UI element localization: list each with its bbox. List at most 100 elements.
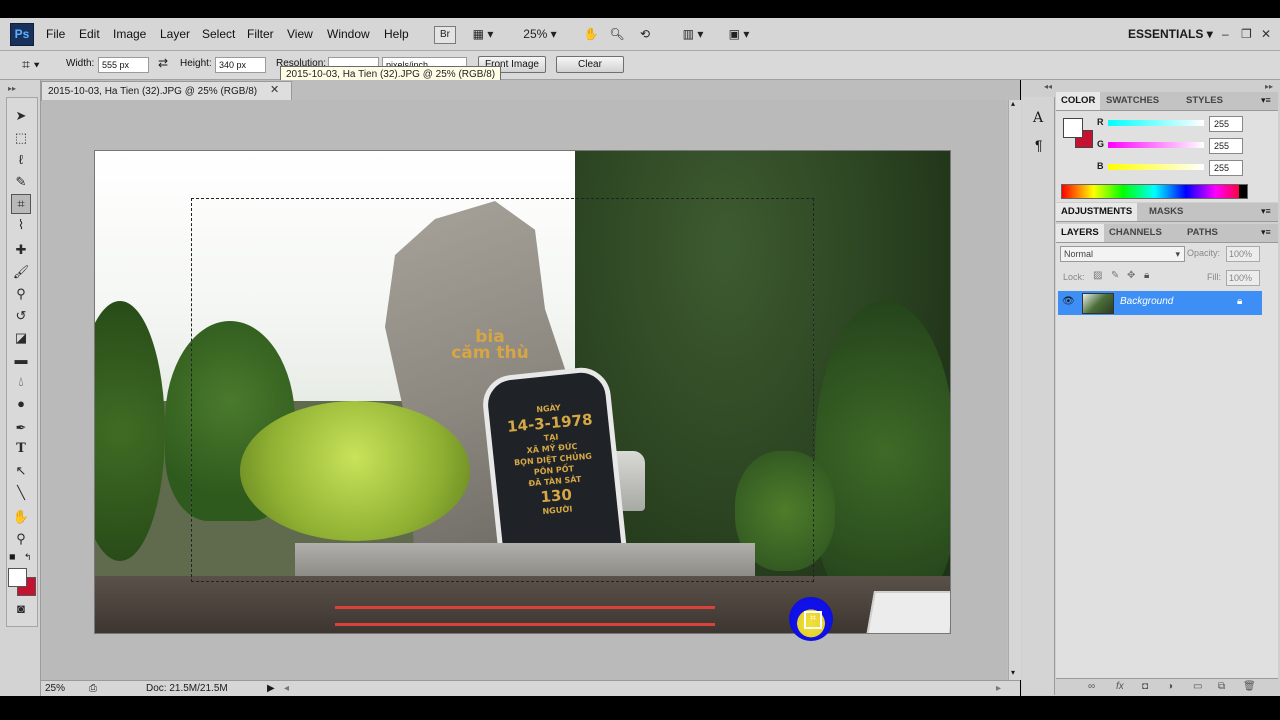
color-spectrum-bar[interactable] xyxy=(1061,184,1248,199)
zoom-tool-icon[interactable]: 🔍︎ xyxy=(608,24,626,44)
panel-menu-icon[interactable]: ▾≡ xyxy=(1261,206,1271,217)
channel-r-slider[interactable] xyxy=(1108,120,1204,126)
line-tool-icon[interactable]: ╲ xyxy=(12,484,30,502)
pen-tool-icon[interactable]: ✒ xyxy=(12,419,30,437)
quick-selection-tool-icon[interactable]: ✎ xyxy=(12,173,30,191)
path-selection-tool-icon[interactable]: ↖ xyxy=(12,462,30,480)
healing-brush-tool-icon[interactable]: ✚ xyxy=(12,241,30,259)
clone-stamp-tool-icon[interactable]: ⚲ xyxy=(12,285,30,303)
channel-g-value[interactable]: 255 xyxy=(1209,138,1243,154)
tab-styles[interactable]: STYLES xyxy=(1181,92,1228,110)
minimize-icon[interactable]: – xyxy=(1222,18,1229,50)
clear-button[interactable]: Clear xyxy=(556,56,624,73)
height-input[interactable]: 340 px xyxy=(215,57,266,73)
add-mask-icon[interactable]: ◘ xyxy=(1142,681,1148,692)
menu-window[interactable]: Window xyxy=(327,18,370,50)
layer-name[interactable]: Background xyxy=(1120,296,1173,307)
type-tool-icon[interactable]: T xyxy=(12,440,30,458)
channel-b-slider[interactable] xyxy=(1108,164,1204,170)
default-colors-icon[interactable]: ◼ xyxy=(9,552,16,561)
paragraph-panel-icon[interactable]: ¶ xyxy=(1035,137,1043,153)
hand-tool-icon[interactable]: ✋ xyxy=(582,24,600,44)
scroll-up-icon[interactable]: ▴ xyxy=(1011,99,1015,108)
adjustment-layer-icon[interactable]: ◑ xyxy=(1167,681,1173,692)
scroll-down-icon[interactable]: ▾ xyxy=(1011,668,1015,677)
menu-view[interactable]: View xyxy=(287,18,313,50)
new-group-icon[interactable]: ▭ xyxy=(1193,681,1202,692)
view-extras-icon[interactable]: ▦ ▾ xyxy=(466,24,500,44)
tab-swatches[interactable]: SWATCHES xyxy=(1101,92,1164,110)
quick-mask-icon[interactable]: ◙ xyxy=(12,600,30,618)
tab-adjustments[interactable]: ADJUSTMENTS xyxy=(1056,203,1138,221)
workspace-switcher[interactable]: ESSENTIALS ▾ xyxy=(1128,18,1213,50)
menu-select[interactable]: Select xyxy=(202,18,235,50)
menu-image[interactable]: Image xyxy=(113,18,146,50)
gradient-tool-icon[interactable]: ▬ xyxy=(12,351,30,369)
tab-masks[interactable]: MASKS xyxy=(1144,203,1188,221)
channel-r-value[interactable]: 255 xyxy=(1209,116,1243,132)
collapse-panel-icon[interactable]: ▸▸ xyxy=(8,84,16,93)
close-icon[interactable]: ✕ xyxy=(1261,18,1271,50)
hand-tool-panel-icon[interactable]: ✋ xyxy=(12,508,30,526)
collapse-dock-icon[interactable]: ▸▸ xyxy=(1265,82,1273,91)
zoom-tool-panel-icon[interactable]: ⚲ xyxy=(12,530,30,548)
link-layers-icon[interactable]: ∞ xyxy=(1088,681,1095,692)
new-layer-icon[interactable]: ⧉ xyxy=(1218,681,1225,692)
delete-layer-icon[interactable]: 🗑︎ xyxy=(1243,681,1256,692)
width-input[interactable]: 555 px xyxy=(98,57,149,73)
character-panel-icon[interactable]: A xyxy=(1033,110,1043,126)
color-panel-foreground-swatch[interactable] xyxy=(1063,118,1083,138)
tab-color[interactable]: COLOR xyxy=(1056,92,1101,110)
history-brush-tool-icon[interactable]: ↺ xyxy=(12,307,30,325)
layer-visibility-eye-icon[interactable]: 👁︎ xyxy=(1062,296,1075,307)
restore-icon[interactable]: ❐ xyxy=(1241,18,1252,50)
eyedropper-tool-icon[interactable]: ⌇ xyxy=(12,216,30,234)
menu-edit[interactable]: Edit xyxy=(79,18,100,50)
bridge-button[interactable]: Br xyxy=(434,26,456,44)
tab-channels[interactable]: CHANNELS xyxy=(1104,224,1167,242)
document-tab[interactable]: 2015-10-03, Ha Tien (32).JPG @ 25% (RGB/… xyxy=(41,81,292,101)
move-tool-icon[interactable]: ➤ xyxy=(12,107,30,125)
brush-tool-icon[interactable]: 🖌︎ xyxy=(12,263,30,281)
fill-input[interactable]: 100% xyxy=(1226,270,1260,286)
crop-tool-preset-icon[interactable]: ⌗ ▾ xyxy=(22,56,40,73)
hscroll-left-icon[interactable]: ◂ xyxy=(284,681,289,697)
layer-style-icon[interactable]: fx xyxy=(1116,681,1124,692)
swap-colors-icon[interactable]: ↰ xyxy=(24,552,32,563)
vertical-scrollbar[interactable]: ▴ ▾ xyxy=(1008,99,1021,680)
status-expand-icon[interactable]: ▶ xyxy=(267,681,275,697)
tab-paths[interactable]: PATHS xyxy=(1182,224,1223,242)
lock-position-icon[interactable]: ✥ xyxy=(1127,270,1135,281)
status-menu-icon[interactable]: ⎙ xyxy=(89,681,97,697)
rotate-view-icon[interactable]: ⟲ xyxy=(636,24,654,44)
menu-file[interactable]: File xyxy=(46,18,65,50)
swap-dimensions-icon[interactable]: ⇄ xyxy=(158,56,168,70)
eraser-tool-icon[interactable]: ◪ xyxy=(12,329,30,347)
blur-tool-icon[interactable]: 💧︎ xyxy=(12,373,30,391)
channel-b-value[interactable]: 255 xyxy=(1209,160,1243,176)
panel-menu-icon[interactable]: ▾≡ xyxy=(1261,95,1271,106)
marquee-tool-icon[interactable]: ⬚ xyxy=(12,129,30,147)
zoom-level-select[interactable]: 25% ▾ xyxy=(518,24,562,44)
blend-mode-select[interactable]: Normal ▾ xyxy=(1060,246,1185,262)
lock-all-icon[interactable]: 🔒︎ xyxy=(1144,270,1149,281)
crop-selection-marquee[interactable] xyxy=(191,198,814,582)
lasso-tool-icon[interactable]: ℓ xyxy=(12,151,30,169)
crop-tool-icon[interactable]: ⌗ xyxy=(11,194,31,214)
lock-transparency-icon[interactable]: ▨ xyxy=(1093,270,1102,281)
menu-filter[interactable]: Filter xyxy=(247,18,274,50)
screen-mode-icon[interactable]: ▣ ▾ xyxy=(722,24,756,44)
menu-layer[interactable]: Layer xyxy=(160,18,190,50)
panel-menu-icon[interactable]: ▾≡ xyxy=(1261,227,1271,238)
lock-pixels-icon[interactable]: ✎ xyxy=(1111,270,1119,281)
document-tab-close-icon[interactable]: ✕ xyxy=(270,81,280,100)
status-zoom[interactable]: 25% xyxy=(45,681,65,697)
arrange-documents-icon[interactable]: ▥ ▾ xyxy=(676,24,710,44)
tab-layers[interactable]: LAYERS xyxy=(1056,224,1104,242)
opacity-input[interactable]: 100% xyxy=(1226,246,1260,262)
menu-help[interactable]: Help xyxy=(384,18,409,50)
channel-g-slider[interactable] xyxy=(1108,142,1204,148)
hscroll-right-icon[interactable]: ▸ xyxy=(996,681,1001,697)
foreground-color-swatch[interactable] xyxy=(8,568,27,587)
dodge-tool-icon[interactable]: ● xyxy=(12,395,30,413)
